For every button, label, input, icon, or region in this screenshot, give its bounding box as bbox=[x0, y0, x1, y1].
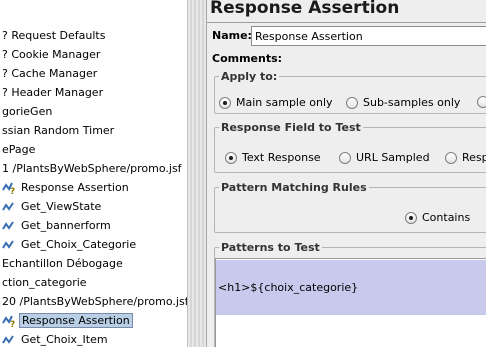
tree-item-response-assertion-selected[interactable]: ? Response Assertion bbox=[2, 311, 133, 330]
title-divider bbox=[207, 22, 486, 23]
assertion-icon: ? bbox=[2, 181, 16, 195]
radio-indicator bbox=[339, 151, 351, 164]
tree-item-label: Get_Choix_Categorie bbox=[21, 238, 137, 251]
tree-item-response-assertion-1[interactable]: ? Response Assertion bbox=[2, 178, 131, 197]
radio-contains[interactable]: Contains bbox=[405, 211, 470, 224]
radio-label: Contains bbox=[422, 211, 471, 224]
radio-label: Resp bbox=[462, 151, 486, 164]
tree-item-get-choix-item[interactable]: Get_Choix_Item bbox=[2, 330, 110, 347]
radio-label: Sub-samples only bbox=[363, 96, 461, 109]
radio-label: Main sample only bbox=[236, 96, 333, 109]
extractor-icon bbox=[2, 333, 16, 347]
tree-item-label: ction_categorie bbox=[2, 276, 87, 289]
assertion-config-panel: Response Assertion Name: Comments: Apply… bbox=[207, 0, 486, 347]
apply-to-group: Apply to: Main sample only Sub-samples o… bbox=[214, 70, 486, 114]
name-field[interactable] bbox=[251, 26, 486, 46]
tree-item-cache-manager[interactable]: ? Cache Manager bbox=[0, 64, 99, 83]
pattern-rules-title: Pattern Matching Rules bbox=[219, 181, 369, 194]
tree-item-label: ssian Random Timer bbox=[2, 124, 115, 137]
extractor-icon bbox=[2, 219, 16, 233]
tree-item-label: gorieGen bbox=[2, 105, 53, 118]
test-plan-tree[interactable]: ? Request Defaults ? Cookie Manager ? Ca… bbox=[0, 0, 187, 347]
radio-indicator bbox=[477, 96, 486, 108]
tree-item-label: ? Header Manager bbox=[2, 86, 104, 99]
radio-sub-samples-only[interactable]: Sub-samples only bbox=[346, 96, 460, 109]
radio-indicator-selected bbox=[225, 151, 237, 164]
radio-url-sampled[interactable]: URL Sampled bbox=[339, 151, 430, 164]
tree-item-promo-request-20[interactable]: 20 /PlantsByWebSphere/promo.jsf bbox=[0, 292, 187, 311]
tree-item-label: Echantillon Débogage bbox=[2, 257, 123, 270]
pattern-text: <h1>${choix_categorie} bbox=[218, 281, 359, 294]
tree-item-label: 1 /PlantsByWebSphere/promo.jsf bbox=[2, 162, 182, 175]
tree-item-label: ePage bbox=[2, 143, 36, 156]
apply-to-title: Apply to: bbox=[219, 70, 280, 83]
tree-item-get-choix-categorie[interactable]: Get_Choix_Categorie bbox=[2, 235, 138, 254]
tree-item-get-bannerform[interactable]: Get_bannerform bbox=[2, 216, 113, 235]
assertion-icon: ? bbox=[2, 314, 16, 328]
tree-item-get-viewstate[interactable]: Get_ViewState bbox=[2, 197, 103, 216]
radio-label: Text Response bbox=[242, 151, 321, 164]
tree-item-selection-categorie[interactable]: ction_categorie bbox=[0, 273, 89, 292]
response-field-group: Response Field to Test Text Response URL… bbox=[214, 121, 486, 173]
radio-indicator-selected bbox=[405, 211, 417, 224]
patterns-table[interactable]: <h1>${choix_categorie} bbox=[215, 258, 486, 347]
tree-item-label: 20 /PlantsByWebSphere/promo.jsf bbox=[2, 295, 187, 308]
tree-item-label: ? Cookie Manager bbox=[2, 48, 101, 61]
split-pane-divider[interactable] bbox=[187, 0, 207, 347]
pattern-rules-group: Pattern Matching Rules Contains bbox=[214, 181, 486, 233]
extractor-icon bbox=[2, 238, 16, 252]
radio-indicator-selected bbox=[219, 96, 231, 109]
pattern-row-selected[interactable]: <h1>${choix_categorie} bbox=[216, 260, 486, 315]
radio-indicator bbox=[346, 96, 358, 109]
tree-item-label: ? Request Defaults bbox=[2, 29, 106, 42]
comments-label: Comments: bbox=[212, 52, 283, 65]
tree-item-label: Get_bannerform bbox=[21, 219, 111, 232]
tree-item-categoriegen[interactable]: gorieGen bbox=[0, 102, 54, 121]
radio-response-other[interactable]: Resp bbox=[445, 151, 486, 164]
tree-item-debug-sampler[interactable]: Echantillon Débogage bbox=[0, 254, 125, 273]
radio-apply-to-third[interactable] bbox=[477, 96, 486, 108]
tree-item-label: Response Assertion bbox=[21, 181, 129, 194]
tree-item-label: Get_Choix_Item bbox=[21, 333, 108, 346]
radio-indicator bbox=[445, 151, 457, 164]
tree-item-request-defaults[interactable]: ? Request Defaults bbox=[0, 26, 107, 45]
tree-item-label: Response Assertion bbox=[19, 313, 133, 328]
tree-item-promo-request-1[interactable]: 1 /PlantsByWebSphere/promo.jsf bbox=[0, 159, 184, 178]
svg-text:?: ? bbox=[10, 320, 15, 328]
tree-item-label: ? Cache Manager bbox=[2, 67, 98, 80]
radio-label: URL Sampled bbox=[356, 151, 430, 164]
response-field-title: Response Field to Test bbox=[219, 121, 363, 134]
tree-item-label: Get_ViewState bbox=[21, 200, 102, 213]
tree-item-cookie-manager[interactable]: ? Cookie Manager bbox=[0, 45, 102, 64]
extractor-icon bbox=[2, 200, 16, 214]
radio-text-response[interactable]: Text Response bbox=[225, 151, 321, 164]
name-label: Name: bbox=[212, 29, 252, 42]
tree-item-gaussian-random-timer[interactable]: ssian Random Timer bbox=[0, 121, 116, 140]
tree-item-homepage[interactable]: ePage bbox=[0, 140, 37, 159]
panel-title: Response Assertion bbox=[210, 0, 400, 18]
svg-text:?: ? bbox=[10, 187, 15, 195]
tree-item-header-manager[interactable]: ? Header Manager bbox=[0, 83, 105, 102]
patterns-title: Patterns to Test bbox=[219, 241, 322, 254]
radio-main-sample-only[interactable]: Main sample only bbox=[219, 96, 333, 109]
